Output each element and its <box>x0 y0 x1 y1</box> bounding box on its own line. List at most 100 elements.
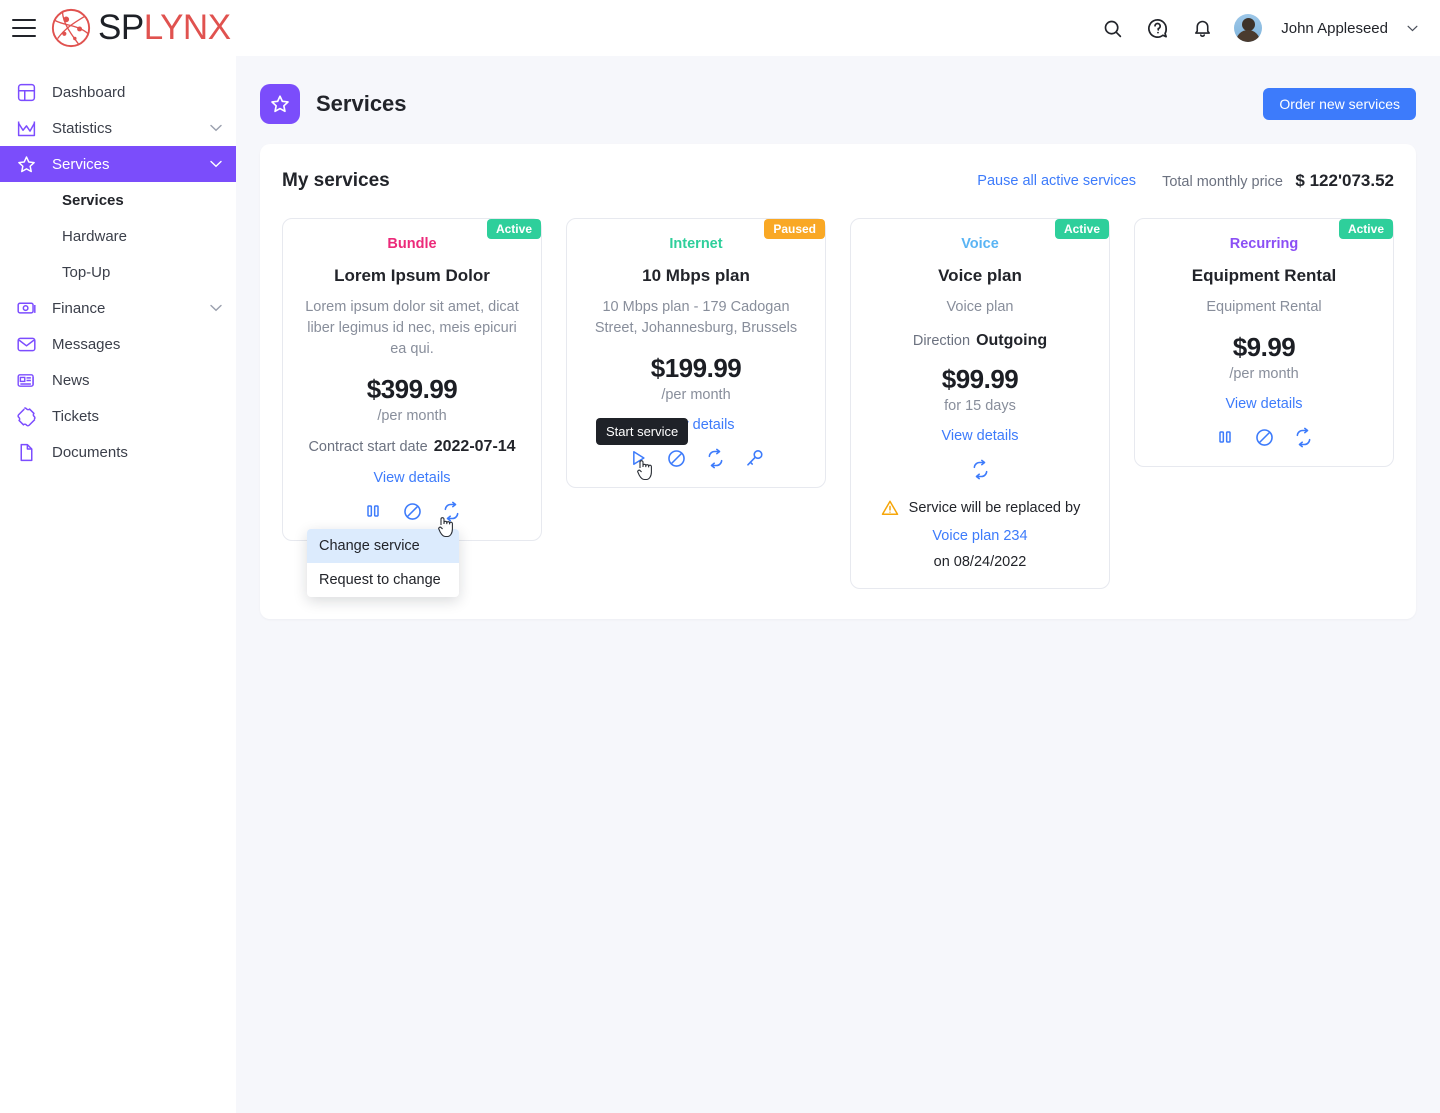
ticket-icon <box>14 404 38 428</box>
service-card-voice: Voice Active Voice plan Voice plan Direc… <box>850 218 1110 590</box>
topbar-actions: John Appleseed <box>1099 14 1418 42</box>
contract-start-date-value: 2022-07-14 <box>433 438 516 456</box>
chevron-down-icon[interactable] <box>210 304 222 312</box>
change-icon[interactable] <box>440 500 462 522</box>
envelope-icon <box>14 332 38 356</box>
pause-icon[interactable] <box>362 500 384 522</box>
service-name: Equipment Rental <box>1191 266 1337 285</box>
sidebar-item-dashboard[interactable]: Dashboard <box>0 74 236 110</box>
sidebar-item-services[interactable]: Services <box>0 146 236 182</box>
hamburger-icon[interactable] <box>12 19 36 37</box>
status-badge: Paused <box>764 219 825 239</box>
top-bar: SP LYNX John Appleseed <box>0 0 1440 56</box>
order-new-services-button[interactable]: Order new services <box>1263 88 1416 120</box>
block-icon[interactable] <box>401 500 423 522</box>
view-details-link[interactable]: View details <box>373 470 450 486</box>
contract-start-date-label: Contract start date <box>308 439 428 456</box>
panel-header: My services Pause all active services To… <box>282 166 1394 196</box>
service-period: for 15 days <box>944 398 1016 415</box>
news-icon <box>14 368 38 392</box>
change-icon[interactable] <box>969 458 991 480</box>
sidebar-item-label: Statistics <box>52 119 113 137</box>
sidebar-item-tickets[interactable]: Tickets <box>0 398 236 434</box>
service-type-label: Internet <box>669 236 723 252</box>
sidebar-item-label: Services <box>52 155 110 173</box>
warning-triangle-icon <box>880 498 900 518</box>
star-icon <box>14 152 38 176</box>
status-badge: Active <box>1054 219 1109 239</box>
sidebar-item-statistics[interactable]: Statistics <box>0 110 236 146</box>
sidebar-item-label: Tickets <box>52 407 99 425</box>
service-price: $399.99 <box>366 374 458 405</box>
panel-title: My services <box>282 170 390 191</box>
dashboard-icon <box>14 80 38 104</box>
direction-label: Direction <box>912 333 971 350</box>
avatar[interactable] <box>1234 14 1263 42</box>
service-name: 10 Mbps plan <box>642 266 750 285</box>
view-details-link[interactable]: View details <box>941 428 1018 444</box>
sidebar-item-label: Documents <box>52 443 128 461</box>
sidebar-subitem-services[interactable]: Services <box>0 182 236 218</box>
sidebar-item-finance[interactable]: Finance <box>0 290 236 326</box>
pause-all-active-services-link[interactable]: Pause all active services <box>977 173 1136 189</box>
service-price: $199.99 <box>650 353 742 384</box>
money-icon <box>14 296 38 320</box>
replacement-date: on 08/24/2022 <box>933 554 1027 571</box>
service-description: Lorem ipsum dolor sit amet, dicat liber … <box>305 299 519 358</box>
service-price: $99.99 <box>941 364 1019 395</box>
bell-icon[interactable] <box>1189 15 1215 41</box>
replacement-note: Service will be replaced by Voice plan 2… <box>880 498 1081 571</box>
replacement-text: Service will be replaced by <box>908 500 1081 517</box>
splynx-logo-mark <box>51 8 91 48</box>
play-icon[interactable] <box>627 447 649 469</box>
change-icon[interactable] <box>1292 426 1314 448</box>
sidebar-subitem-topup[interactable]: Top-Up <box>0 254 236 290</box>
service-period: /per month <box>661 387 731 404</box>
block-icon[interactable] <box>1253 426 1275 448</box>
service-price: $9.99 <box>1232 332 1296 363</box>
service-description: Voice plan <box>946 299 1014 315</box>
change-service-dropdown: Change service Request to change <box>307 529 459 597</box>
sidebar-item-label: Messages <box>52 335 121 353</box>
block-icon[interactable] <box>666 447 688 469</box>
sidebar-item-messages[interactable]: Messages <box>0 326 236 362</box>
contract-start-date: Contract start date 2022-07-14 <box>308 438 515 456</box>
service-type-label: Bundle <box>387 236 437 252</box>
statistics-icon <box>14 116 38 140</box>
service-description: 10 Mbps plan - 179 Cadogan Street, Johan… <box>594 299 798 337</box>
sidebar-item-label: Dashboard <box>52 83 126 101</box>
service-period: /per month <box>1229 366 1299 383</box>
search-icon[interactable] <box>1099 15 1125 41</box>
help-circle-icon[interactable] <box>1144 15 1170 41</box>
chevron-down-icon[interactable] <box>210 124 222 132</box>
view-details-link[interactable]: View details <box>1225 396 1302 412</box>
direction-value: Outgoing <box>976 332 1048 350</box>
page-star-icon <box>260 84 300 124</box>
dropdown-item-change-service[interactable]: Change service <box>307 529 459 563</box>
username-label: John Appleseed <box>1281 19 1388 37</box>
service-type-label: Voice <box>961 236 999 252</box>
service-period: /per month <box>377 408 447 425</box>
status-badge: Active <box>486 219 541 239</box>
chevron-down-icon[interactable] <box>1407 25 1418 32</box>
sidebar-item-documents[interactable]: Documents <box>0 434 236 470</box>
pause-icon[interactable] <box>1214 426 1236 448</box>
sidebar-subitem-hardware[interactable]: Hardware <box>0 218 236 254</box>
splynx-logo[interactable]: SP LYNX <box>50 7 231 49</box>
page-title: Services <box>316 91 407 116</box>
chevron-down-icon[interactable] <box>210 160 222 168</box>
status-badge: Active <box>1338 219 1393 239</box>
key-icon[interactable] <box>744 447 766 469</box>
dropdown-item-request-to-change[interactable]: Request to change <box>307 563 459 597</box>
sidebar-item-label: Finance <box>52 299 106 317</box>
start-service-tooltip: Start service <box>596 418 689 445</box>
replacement-plan-link[interactable]: Voice plan 234 <box>880 528 1081 544</box>
service-name: Voice plan <box>938 266 1022 285</box>
page-header: Services Order new services <box>236 56 1440 128</box>
service-card-internet: Internet Paused 10 Mbps plan 10 Mbps pla… <box>566 218 826 489</box>
service-card-recurring: Recurring Active Equipment Rental Equipm… <box>1134 218 1394 468</box>
sidebar-item-news[interactable]: News <box>0 362 236 398</box>
logo-text-sp: SP <box>98 8 144 47</box>
service-description: Equipment Rental <box>1206 299 1322 315</box>
change-icon[interactable] <box>705 447 727 469</box>
